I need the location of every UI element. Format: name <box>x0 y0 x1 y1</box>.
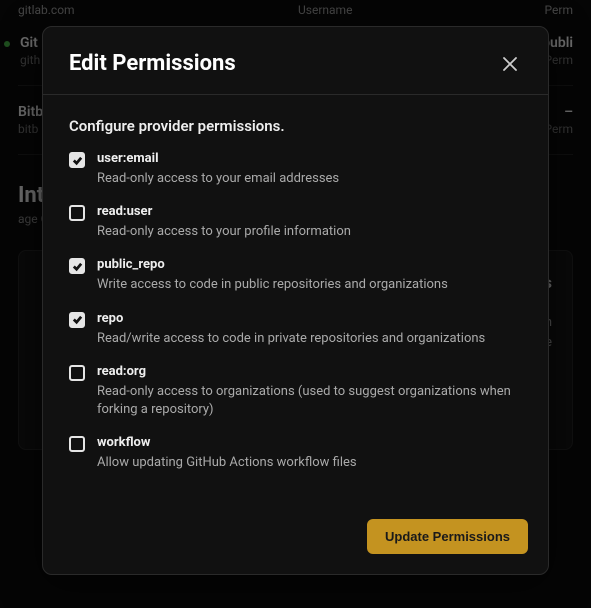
permission-description: Read-only access to your profile informa… <box>97 223 522 241</box>
permission-item: read:org Read-only access to organization… <box>69 364 522 419</box>
edit-permissions-modal: Edit Permissions Configure provider perm… <box>42 26 549 575</box>
permission-text: user:email Read-only access to your email… <box>97 151 522 188</box>
permission-checkbox[interactable] <box>69 312 85 328</box>
permission-text: public_repo Write access to code in publi… <box>97 257 522 294</box>
modal-title: Edit Permissions <box>69 51 236 76</box>
permission-description: Read-only access to organizations (used … <box>97 383 522 419</box>
permission-label: read:org <box>97 364 522 379</box>
permission-checkbox[interactable] <box>69 152 85 168</box>
close-button[interactable] <box>498 52 522 76</box>
check-icon <box>72 261 83 272</box>
permission-checkbox[interactable] <box>69 436 85 452</box>
permission-checkbox[interactable] <box>69 258 85 274</box>
configure-heading: Configure provider permissions. <box>69 117 522 135</box>
update-permissions-button[interactable]: Update Permissions <box>367 519 528 554</box>
permission-checkbox[interactable] <box>69 365 85 381</box>
permission-text: read:user Read-only access to your profil… <box>97 204 522 241</box>
permission-label: user:email <box>97 151 522 166</box>
permission-label: workflow <box>97 435 522 450</box>
permission-checkbox[interactable] <box>69 205 85 221</box>
permission-item: repo Read/write access to code in private… <box>69 311 522 348</box>
modal-footer: Update Permissions <box>43 503 548 574</box>
permission-label: public_repo <box>97 257 522 272</box>
permission-text: read:org Read-only access to organization… <box>97 364 522 419</box>
permission-description: Write access to code in public repositor… <box>97 276 522 294</box>
permission-text: repo Read/write access to code in private… <box>97 311 522 348</box>
permission-description: Read-only access to your email addresses <box>97 170 522 188</box>
permission-description: Read/write access to code in private rep… <box>97 330 522 348</box>
modal-header: Edit Permissions <box>43 27 548 94</box>
permission-description: Allow updating GitHub Actions workflow f… <box>97 454 522 472</box>
permission-text: workflow Allow updating GitHub Actions wo… <box>97 435 522 472</box>
permissions-list: user:email Read-only access to your email… <box>69 151 522 472</box>
permission-item: read:user Read-only access to your profil… <box>69 204 522 241</box>
permission-item: public_repo Write access to code in publi… <box>69 257 522 294</box>
permission-label: read:user <box>97 204 522 219</box>
check-icon <box>72 155 83 166</box>
permission-item: workflow Allow updating GitHub Actions wo… <box>69 435 522 472</box>
close-icon <box>502 56 518 72</box>
modal-body: Configure provider permissions. user:ema… <box>43 95 548 503</box>
permission-label: repo <box>97 311 522 326</box>
permission-item: user:email Read-only access to your email… <box>69 151 522 188</box>
check-icon <box>72 314 83 325</box>
